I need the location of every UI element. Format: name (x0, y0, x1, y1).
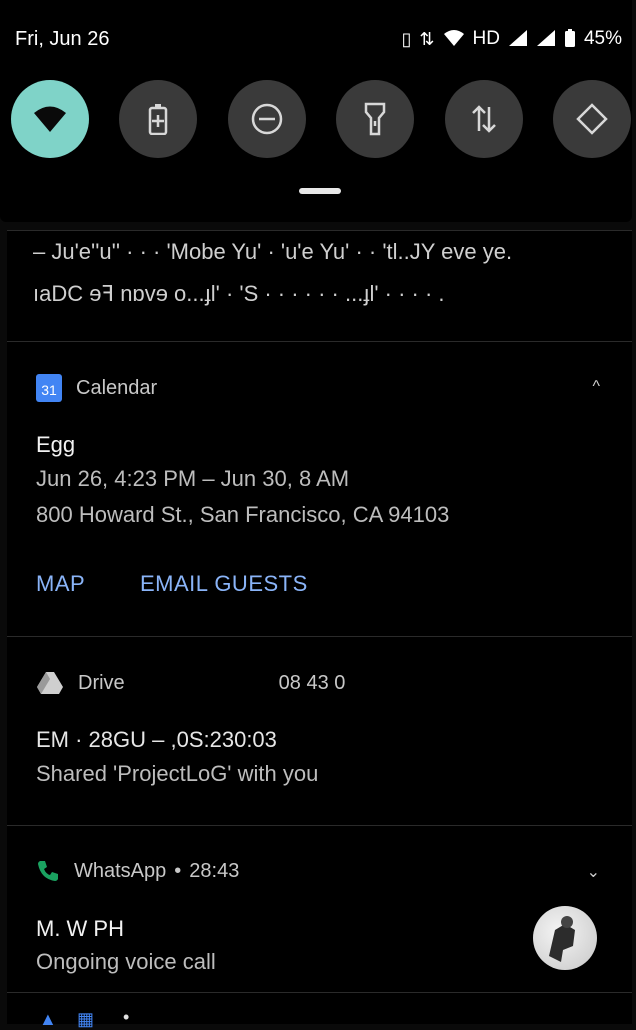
more-dot: • (123, 1007, 130, 1027)
scrambled-notification[interactable]: – Ju'e''u'' · · · 'Mobe Yu' · 'u'e Yu' ·… (7, 230, 632, 341)
flashlight-tile[interactable] (336, 80, 415, 158)
collapse-chevron-icon[interactable]: ^ (592, 378, 600, 396)
whatsapp-header: WhatsApp • 28:43 (36, 859, 239, 883)
drag-handle[interactable] (299, 188, 341, 194)
vibrate-icon: ▯ (401, 29, 412, 49)
battery-icon (564, 28, 576, 51)
drive-app-name: Drive (78, 671, 125, 694)
next-notification-peek[interactable]: ▲ ▦ • (7, 992, 632, 1029)
whatsapp-app-name: WhatsApp (74, 859, 167, 882)
map-button[interactable]: MAP (36, 571, 85, 597)
scrambled-line-2: ıaDC ɘꟻ nɒvɘ o...ɟl' · 'S · · · · · · ..… (33, 281, 445, 306)
network-label: HD (472, 28, 500, 49)
data-transfer-tile[interactable] (444, 80, 523, 158)
status-icons: ▯ ⇅ HD 45% (402, 28, 622, 51)
signal-icon (508, 29, 528, 50)
data-arrows-icon: ⇅ (419, 29, 435, 49)
battery-percent: 45% (583, 28, 622, 49)
wifi-icon (34, 106, 66, 132)
expand-chevron-icon[interactable]: ⌄ (587, 862, 600, 882)
whatsapp-notification[interactable]: WhatsApp • 28:43 ⌄ M. W PH Ongoing voice… (7, 825, 632, 992)
call-status: Ongoing voice call (36, 949, 216, 974)
data-transfer-icon (471, 105, 496, 133)
auto-rotate-tile[interactable] (552, 80, 631, 158)
drive-notification[interactable]: Drive 08 43 0 EM · 28GU – ,0S:230:03 Sha… (7, 636, 632, 825)
calendar-icon: ▦ (77, 1009, 95, 1029)
whatsapp-time: 28:43 (189, 859, 240, 882)
quick-settings-tiles (11, 80, 631, 158)
drive-icon (37, 672, 63, 694)
do-not-disturb-icon (251, 103, 283, 135)
do-not-disturb-tile[interactable] (227, 80, 306, 158)
status-bar: Fri, Jun 26 ▯ ⇅ HD 45% (0, 0, 636, 78)
calendar-app-name: Calendar (76, 376, 158, 399)
battery-saver-icon (149, 104, 168, 135)
event-time: Jun 26, 4:23 PM – Jun 30, 8 AM (36, 466, 350, 491)
calendar-header: 31 Calendar (36, 374, 157, 402)
calendar-notification[interactable]: 31 Calendar ^ Egg Jun 26, 4:23 PM – Jun … (7, 341, 632, 636)
drive-header: Drive 08 43 0 (36, 671, 345, 695)
calendar-app-icon: 31 (36, 374, 62, 402)
event-location: 800 Howard St., San Francisco, CA 94103 (36, 502, 450, 527)
header-dot: • (174, 859, 182, 882)
scrambled-line-1: – Ju'e''u'' · · · 'Mobe Yu' · 'u'e Yu' ·… (33, 239, 513, 264)
battery-saver-tile[interactable] (119, 80, 198, 158)
status-date: Fri, Jun 26 (15, 27, 110, 50)
contact-avatar[interactable] (533, 906, 597, 970)
drive-message: Shared 'ProjectLoG' with you (36, 761, 319, 786)
wifi-tile[interactable] (11, 80, 89, 158)
email-guests-button[interactable]: EMAIL GUESTS (140, 571, 308, 597)
drive-sender-line: EM · 28GU – ,0S:230:03 (36, 727, 277, 752)
signal-roaming-icon (536, 29, 556, 50)
drive-header-extra: 08 43 0 (278, 671, 346, 694)
caller-name: M. W PH (36, 916, 124, 941)
event-title: Egg (36, 432, 76, 457)
flashlight-icon (364, 102, 386, 136)
phone-icon (38, 861, 58, 881)
auto-rotate-icon (576, 103, 608, 135)
drive-icon: ▲ (39, 1009, 57, 1029)
wifi-status-icon (443, 29, 465, 50)
